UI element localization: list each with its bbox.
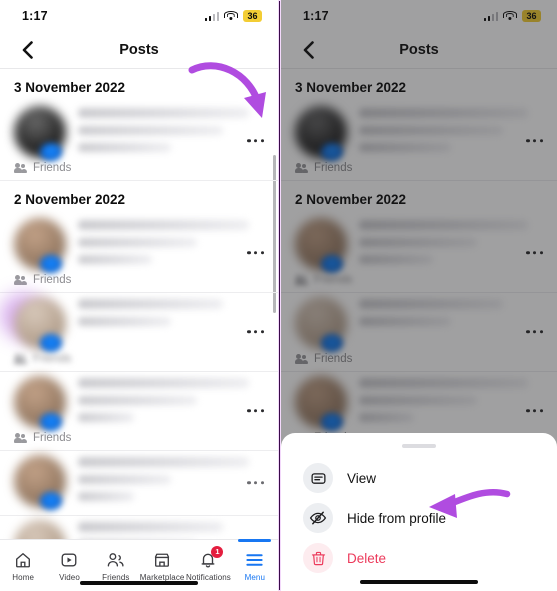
- friends-audience-icon: [14, 353, 27, 365]
- bottom-tab-bar[interactable]: Home Video Friends Marketplace 1 Notific…: [0, 539, 278, 591]
- trash-icon: [303, 543, 333, 573]
- tab-label: Home: [12, 572, 35, 582]
- notifications-icon: 1: [199, 545, 224, 570]
- friends-audience-icon: [14, 274, 27, 286]
- menu-item-label: Delete: [347, 550, 387, 566]
- back-chevron-icon[interactable]: [16, 39, 38, 61]
- post-text: [78, 455, 264, 509]
- post-list-item[interactable]: Friends: [0, 214, 278, 293]
- audience-text: Friends: [33, 432, 72, 444]
- post-text: [78, 106, 264, 160]
- battery-badge: 36: [243, 10, 262, 22]
- overflow-menu-icon[interactable]: [245, 324, 266, 339]
- post-options-bottom-sheet: View Hide from profile Delete: [281, 433, 557, 591]
- friends-audience-icon: [14, 162, 27, 174]
- menu-item-view[interactable]: View: [281, 458, 557, 498]
- menu-item-label: Hide from profile: [347, 510, 447, 526]
- post-list-item[interactable]: Friends: [0, 516, 278, 539]
- video-icon: [60, 550, 78, 570]
- avatar: [14, 106, 68, 161]
- audience-text: Friends: [33, 353, 72, 365]
- eye-slash-icon: [303, 503, 333, 533]
- audience-label: Friends: [14, 432, 264, 444]
- audience-label: Friends: [14, 274, 264, 286]
- post-text: [78, 297, 264, 334]
- post-text: [78, 376, 264, 430]
- avatar: [14, 376, 68, 431]
- hamburger-menu-icon: [245, 550, 264, 570]
- nav-header-left: Posts: [0, 32, 278, 68]
- right-phone-panel: 1:17 36 Posts 3 November 2022 Friends 2 …: [281, 0, 557, 591]
- date-heading: 2 November 2022: [14, 192, 126, 207]
- post-list-item[interactable]: Friends: [0, 102, 278, 181]
- home-indicator: [80, 580, 198, 585]
- post-list-item[interactable]: [0, 451, 278, 516]
- home-icon: [14, 550, 32, 570]
- audience-label: Friends: [14, 162, 264, 174]
- date-heading: 3 November 2022: [14, 80, 126, 95]
- cellular-signal-icon: [204, 11, 219, 21]
- home-indicator: [360, 579, 478, 584]
- friends-audience-icon: [14, 432, 27, 444]
- post-list-item[interactable]: Friends: [0, 372, 278, 451]
- audience-text: Friends: [33, 162, 72, 174]
- sheet-drag-handle[interactable]: [402, 444, 436, 448]
- menu-item-hide-from-profile[interactable]: Hide from profile: [281, 498, 557, 538]
- status-indicators: 36: [204, 10, 262, 22]
- page-title: Posts: [119, 42, 159, 58]
- marketplace-icon: [153, 550, 171, 570]
- overflow-menu-icon[interactable]: [245, 133, 266, 148]
- friends-icon: [106, 550, 125, 570]
- menu-item-label: View: [347, 470, 377, 486]
- tab-home[interactable]: Home: [0, 540, 46, 591]
- post-text: [78, 520, 264, 539]
- avatar: [0, 293, 68, 352]
- audience-text: Friends: [33, 274, 72, 286]
- post-list-item[interactable]: Friends: [0, 293, 278, 372]
- overflow-menu-icon[interactable]: [245, 475, 266, 490]
- tab-label: Video: [59, 572, 80, 582]
- avatar: [14, 218, 68, 273]
- tab-menu[interactable]: Menu: [232, 539, 278, 591]
- left-phone-panel: 1:17 36 Posts 3 November 2022 Friends 2 …: [0, 0, 278, 591]
- active-tab-indicator: [238, 539, 272, 542]
- wifi-icon: [224, 10, 238, 22]
- document-view-icon: [303, 463, 333, 493]
- post-text: [78, 218, 264, 272]
- status-bar-left: 1:17 36: [0, 0, 278, 32]
- avatar: [14, 455, 68, 510]
- tab-label: Menu: [244, 572, 266, 582]
- overflow-menu-icon[interactable]: [245, 245, 266, 260]
- menu-item-delete[interactable]: Delete: [281, 538, 557, 578]
- audience-label: Friends: [14, 353, 264, 365]
- comparison-screenshot: 1:17 36 Posts 3 November 2022 Friends 2 …: [0, 0, 557, 591]
- notification-badge: 1: [211, 545, 224, 558]
- avatar: [14, 520, 68, 539]
- posts-feed-left[interactable]: 3 November 2022 Friends 2 November 2022: [0, 69, 278, 539]
- status-time: 1:17: [22, 9, 48, 23]
- overflow-menu-icon[interactable]: [245, 403, 266, 418]
